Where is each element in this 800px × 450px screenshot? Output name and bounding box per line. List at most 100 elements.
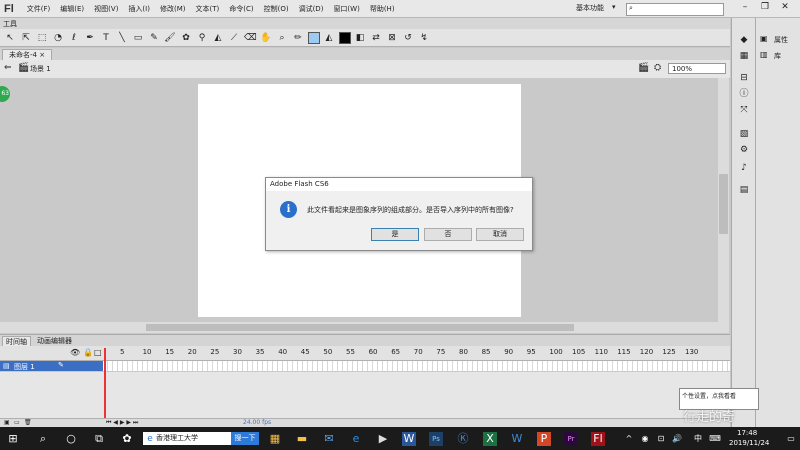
clock-date[interactable]: 2019/11/24 <box>729 439 769 447</box>
menu-edit[interactable]: 编辑(E) <box>55 4 89 14</box>
windows-start-icon[interactable]: ⊞ <box>6 432 20 446</box>
layer-name[interactable]: 图层 1 <box>14 362 35 372</box>
edit-symbol-icon[interactable]: ⛭ <box>654 63 661 73</box>
app-icon[interactable]: ✿ <box>120 432 134 446</box>
scroll-thumb[interactable] <box>719 174 728 234</box>
help-search-input[interactable]: ⌕ <box>626 3 724 16</box>
library-tab[interactable]: 库 <box>774 51 781 61</box>
selection-tool-icon[interactable]: ↖ <box>4 32 16 44</box>
eye-icon[interactable]: 👁 <box>70 348 80 357</box>
cancel-button[interactable]: 取消 <box>476 228 524 241</box>
history-icon[interactable]: ▤ <box>738 184 750 196</box>
tray-app-icon[interactable]: ◉ <box>638 432 652 446</box>
flash-taskbar-icon[interactable]: Fl <box>591 432 605 446</box>
subselection-tool-icon[interactable]: ⇱ <box>20 32 32 44</box>
lock-icon[interactable]: 🔒 <box>83 348 93 357</box>
menu-help[interactable]: 帮助(H) <box>365 4 400 14</box>
chevron-down-icon[interactable]: ▾ <box>612 3 616 11</box>
menu-debug[interactable]: 调试(D) <box>294 4 329 14</box>
mail-icon[interactable]: ✉ <box>322 432 336 446</box>
pen-tool-icon[interactable]: ✒ <box>84 32 96 44</box>
eraser-tool-icon[interactable]: ⌫ <box>244 32 257 44</box>
cortana-icon[interactable]: ○ <box>64 432 78 446</box>
brush-tool-icon[interactable]: 🖌 <box>164 32 176 44</box>
stroke-color-icon[interactable]: ✏ <box>292 32 304 44</box>
zoom-tool-icon[interactable]: ⌕ <box>276 32 288 44</box>
stroke-color-swatch[interactable] <box>308 31 320 44</box>
scroll-thumb[interactable] <box>146 324 574 331</box>
layer-row[interactable]: ▤ 图层 1 ✎ <box>0 361 103 371</box>
new-folder-icon[interactable]: ▭ <box>14 419 20 426</box>
yes-button[interactable]: 是 <box>371 228 419 241</box>
align-icon[interactable]: ⊟ <box>738 72 750 84</box>
back-arrow-icon[interactable]: ⇐ <box>4 63 12 73</box>
menu-insert[interactable]: 插入(I) <box>123 4 155 14</box>
fill-color-swatch[interactable] <box>339 31 351 44</box>
restore-icon[interactable]: ❐ <box>758 1 772 14</box>
input-method-indicator[interactable]: 中 <box>694 433 702 444</box>
3d-rotation-tool-icon[interactable]: ◔ <box>52 32 64 44</box>
motion-presets-icon[interactable]: ♪ <box>738 162 750 174</box>
components-icon[interactable]: ⚙ <box>738 144 750 156</box>
photoshop-icon[interactable]: Ps <box>429 432 443 446</box>
menu-modify[interactable]: 修改(M) <box>155 4 191 14</box>
paint-bucket-tool-icon[interactable]: ◭ <box>212 32 224 44</box>
vertical-scrollbar[interactable] <box>718 78 729 322</box>
code-snippets-icon[interactable]: ▧ <box>738 128 750 140</box>
outline-icon[interactable]: □ <box>94 348 102 357</box>
playhead[interactable] <box>104 348 106 418</box>
black-white-icon[interactable]: ◧ <box>354 32 366 44</box>
volume-icon[interactable]: 🔊 <box>670 432 684 446</box>
rectangle-tool-icon[interactable]: ▭ <box>132 32 144 44</box>
word-icon[interactable]: W <box>402 432 416 446</box>
zoom-select[interactable]: 100% <box>668 63 726 74</box>
swap-colors-icon[interactable]: ⇄ <box>370 32 382 44</box>
excel-icon[interactable]: X <box>483 432 497 446</box>
playback-controls-icon[interactable]: ⏮ ◀ ▶ ▶ ⏭ <box>106 419 138 427</box>
keyboard-icon[interactable]: ⌨ <box>708 432 722 446</box>
color-panel-icon[interactable]: ◆ <box>738 34 750 46</box>
menu-window[interactable]: 窗口(W) <box>328 4 364 14</box>
notification-badge[interactable]: 63 <box>0 86 10 102</box>
close-icon[interactable]: ✕ <box>778 1 792 14</box>
clock-time[interactable]: 17:48 <box>737 429 757 437</box>
hand-tool-icon[interactable]: ✋ <box>260 32 272 44</box>
horizontal-scrollbar[interactable] <box>0 322 729 333</box>
properties-icon[interactable]: ▣ <box>760 34 768 43</box>
line-tool-icon[interactable]: ╲ <box>116 32 128 44</box>
delete-layer-icon[interactable]: 🗑 <box>24 419 32 426</box>
bone-tool-icon[interactable]: ⚲ <box>196 32 208 44</box>
library-icon[interactable]: ▥ <box>760 50 768 59</box>
lasso-tool-icon[interactable]: ℓ <box>68 32 80 44</box>
pencil-tool-icon[interactable]: ✎ <box>148 32 160 44</box>
search-icon[interactable]: ⌕ <box>36 432 50 446</box>
edit-scene-icon[interactable]: 🎬 <box>638 63 649 73</box>
straighten-icon[interactable]: ↯ <box>418 32 430 44</box>
menu-file[interactable]: 文件(F) <box>22 4 56 14</box>
tab-motion-editor[interactable]: 动画编辑器 <box>34 336 75 346</box>
edge-icon[interactable]: e <box>349 432 363 446</box>
media-icon[interactable]: ▶ <box>376 432 390 446</box>
text-tool-icon[interactable]: T <box>100 32 112 44</box>
fill-color-icon[interactable]: ◭ <box>323 32 335 44</box>
file-explorer-icon[interactable]: ▬ <box>295 432 309 446</box>
menu-view[interactable]: 视图(V) <box>89 4 123 14</box>
smooth-icon[interactable]: ↺ <box>402 32 414 44</box>
transform-icon[interactable]: ⤧ <box>738 104 750 116</box>
menu-commands[interactable]: 命令(C) <box>224 4 258 14</box>
swatches-icon[interactable]: ▦ <box>738 50 750 62</box>
task-view-icon[interactable]: ⧉ <box>92 432 106 446</box>
taskbar-search-input[interactable]: 香港理工大学 <box>143 432 231 445</box>
app-k-icon[interactable]: Ⓚ <box>456 432 470 446</box>
free-transform-tool-icon[interactable]: ⬚ <box>36 32 48 44</box>
menu-text[interactable]: 文本(T) <box>190 4 224 14</box>
workspace-selector[interactable]: 基本功能 <box>576 3 604 13</box>
properties-tab[interactable]: 属性 <box>774 35 788 45</box>
new-layer-icon[interactable]: ▣ <box>4 419 10 426</box>
wps-icon[interactable]: W <box>510 432 524 446</box>
no-button[interactable]: 否 <box>424 228 472 241</box>
eyedropper-tool-icon[interactable]: ⟋ <box>228 32 240 44</box>
tray-chevron-icon[interactable]: ^ <box>622 432 636 446</box>
fps-display[interactable]: 24.00 fps <box>243 419 271 426</box>
deco-tool-icon[interactable]: ✿ <box>180 32 192 44</box>
